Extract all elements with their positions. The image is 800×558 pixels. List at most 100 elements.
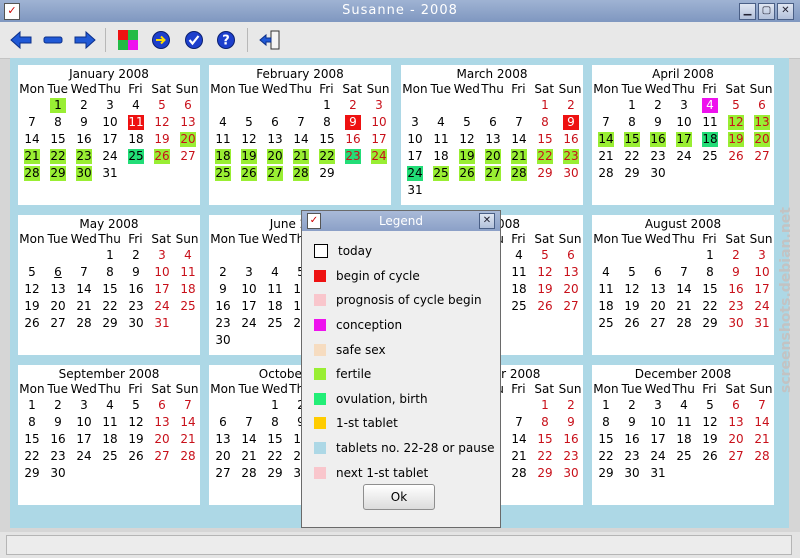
day-cell[interactable]: 26 [702,449,718,464]
day-cell[interactable]: 27 [154,449,170,464]
day-cell[interactable]: 21 [511,449,527,464]
day-cell[interactable]: 8 [624,115,640,130]
day-cell[interactable]: 26 [537,299,553,314]
day-cell[interactable]: 27 [50,316,66,331]
day-cell[interactable]: 25 [702,149,718,164]
day-cell[interactable]: 10 [650,415,666,430]
day-cell[interactable]: 7 [293,115,309,130]
day-cell[interactable]: 23 [563,449,579,464]
day-cell[interactable]: 9 [728,265,744,280]
day-cell[interactable]: 27 [563,299,579,314]
previous-year-button[interactable] [9,28,33,52]
day-cell[interactable]: 11 [433,132,449,147]
day-cell[interactable]: 25 [215,166,231,181]
day-cell[interactable]: 22 [702,299,718,314]
day-cell[interactable]: 17 [754,282,770,297]
day-cell[interactable]: 29 [102,316,118,331]
day-cell[interactable]: 19 [24,299,40,314]
day-cell[interactable]: 22 [102,299,118,314]
day-cell[interactable]: 29 [267,466,283,481]
day-cell[interactable]: 1 [50,98,66,113]
day-cell[interactable]: 26 [459,166,475,181]
day-cell[interactable]: 15 [50,132,66,147]
day-cell[interactable]: 5 [728,98,744,113]
day-cell[interactable]: 14 [76,282,92,297]
day-cell[interactable]: 3 [241,265,257,280]
day-cell[interactable]: 18 [676,432,692,447]
day-cell[interactable]: 13 [215,432,231,447]
day-cell[interactable]: 19 [459,149,475,164]
current-year-button[interactable] [41,28,65,52]
day-cell[interactable]: 29 [537,466,553,481]
day-cell[interactable]: 26 [241,166,257,181]
next-year-button[interactable] [73,28,97,52]
day-cell[interactable]: 20 [215,449,231,464]
day-cell[interactable]: 26 [728,149,744,164]
day-cell[interactable]: 22 [50,149,66,164]
day-cell[interactable]: 19 [728,132,744,147]
day-cell[interactable]: 8 [102,265,118,280]
day-cell[interactable]: 14 [180,415,196,430]
day-cell[interactable]: 19 [154,132,170,147]
day-cell[interactable]: 22 [537,149,553,164]
confirm-button[interactable] [182,28,206,52]
day-cell[interactable]: 23 [215,316,231,331]
day-cell[interactable]: 27 [485,166,501,181]
day-cell[interactable]: 23 [128,299,144,314]
day-cell[interactable]: 21 [511,149,527,164]
day-cell[interactable]: 2 [345,98,361,113]
day-cell[interactable]: 10 [407,132,423,147]
day-cell[interactable]: 10 [676,115,692,130]
day-cell[interactable]: 7 [24,115,40,130]
day-cell[interactable]: 21 [598,149,614,164]
day-cell[interactable]: 21 [754,432,770,447]
day-cell[interactable]: 29 [598,466,614,481]
day-cell[interactable]: 16 [728,282,744,297]
day-cell[interactable]: 6 [154,398,170,413]
day-cell[interactable]: 10 [76,415,92,430]
day-cell[interactable]: 18 [598,299,614,314]
day-cell[interactable]: 28 [180,449,196,464]
day-cell[interactable]: 5 [537,248,553,263]
dialog-close-button[interactable]: ✕ [479,213,495,229]
day-cell[interactable]: 29 [702,316,718,331]
day-cell[interactable]: 3 [154,248,170,263]
day-cell[interactable]: 28 [598,166,614,181]
day-cell[interactable]: 24 [676,149,692,164]
day-cell[interactable]: 9 [563,115,579,130]
day-cell[interactable]: 30 [563,166,579,181]
day-cell[interactable]: 4 [702,98,718,113]
day-cell[interactable]: 24 [241,316,257,331]
day-cell[interactable]: 5 [24,265,40,280]
day-cell[interactable]: 28 [754,449,770,464]
day-cell[interactable]: 7 [511,115,527,130]
day-cell[interactable]: 18 [215,149,231,164]
day-cell[interactable]: 26 [154,149,170,164]
day-cell[interactable]: 2 [624,398,640,413]
day-cell[interactable]: 14 [511,432,527,447]
day-cell[interactable]: 26 [128,449,144,464]
day-cell[interactable]: 3 [102,98,118,113]
day-cell[interactable]: 25 [511,299,527,314]
day-cell[interactable]: 14 [598,132,614,147]
day-cell[interactable]: 2 [563,398,579,413]
day-cell[interactable]: 23 [624,449,640,464]
day-cell[interactable]: 1 [267,398,283,413]
day-cell[interactable]: 19 [241,149,257,164]
day-cell[interactable]: 20 [728,432,744,447]
day-cell[interactable]: 12 [624,282,640,297]
day-cell[interactable]: 17 [371,132,387,147]
day-cell[interactable]: 9 [624,415,640,430]
day-cell[interactable]: 4 [598,265,614,280]
day-cell[interactable]: 12 [24,282,40,297]
day-cell[interactable]: 28 [511,166,527,181]
day-cell[interactable]: 13 [754,115,770,130]
close-button[interactable]: ✕ [777,3,794,20]
day-cell[interactable]: 17 [650,432,666,447]
day-cell[interactable]: 12 [241,132,257,147]
day-cell[interactable]: 4 [102,398,118,413]
day-cell[interactable]: 27 [728,449,744,464]
day-cell[interactable]: 12 [702,415,718,430]
day-cell[interactable]: 23 [50,449,66,464]
day-cell[interactable]: 10 [154,265,170,280]
